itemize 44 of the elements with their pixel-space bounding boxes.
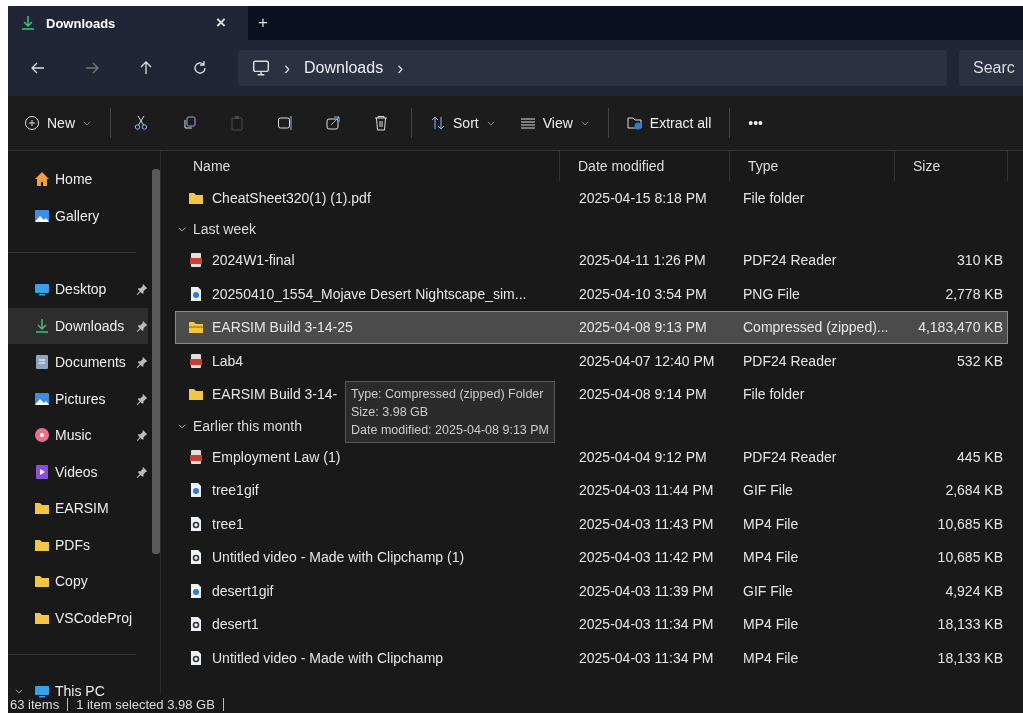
date-cell-text: 2025-04-03 11:42 PM: [578, 549, 715, 566]
status-text: 63 items: [10, 697, 69, 711]
date-cell-text: 2025-04-03 11:44 PM: [578, 482, 715, 499]
size-cell-text: 2,684 KB: [944, 482, 1004, 499]
type-cell-text: File folder: [742, 189, 806, 206]
date-cell-text: 2025-04-10 3:54 PM: [578, 285, 708, 302]
date-cell-text: 2025-04-03 11:39 PM: [578, 582, 715, 599]
date-cell-text: 2025-04-04 9:12 PM: [578, 448, 708, 465]
size-cell-text: 10,685 KB: [936, 515, 1004, 532]
tooltip-line: Type: Compressed (zipped) Folder: [351, 386, 545, 403]
size-cell-text: 10,685 KB: [936, 549, 1004, 566]
size-cell-text: 4,183,470 KB: [917, 319, 1004, 336]
date-cell-text: 2025-04-11 1:26 PM: [578, 252, 707, 269]
tooltip-line: Date modified: 2025-04-08 9:13 PM: [351, 422, 550, 439]
type-cell-text: File folder: [742, 386, 806, 403]
type-cell-text: MP4 File: [742, 649, 800, 666]
tab-title: Downloads: [46, 15, 117, 31]
chevron-separator: ›: [284, 57, 290, 79]
size-cell-text: 2,778 KB: [944, 285, 1004, 302]
date-cell-text: 2025-04-03 11:43 PM: [578, 515, 715, 532]
size-cell-text: 445 KB: [956, 448, 1004, 465]
type-cell-text: GIF File: [742, 582, 794, 599]
size-cell-text: 18,133 KB: [936, 616, 1004, 633]
type-cell-text: Compressed (zipped)...: [742, 319, 890, 336]
date-cell-text: 2025-04-08 9:14 PM: [578, 386, 708, 403]
type-cell-text: PDF24 Reader: [742, 448, 838, 465]
type-cell-text: PDF24 Reader: [742, 252, 838, 269]
date-cell-text: 2025-04-15 8:18 PM: [578, 189, 708, 206]
date-cell-text: 2025-04-03 11:34 PM: [578, 649, 715, 666]
size-cell-text: 18,133 KB: [936, 649, 1004, 666]
date-cell-text: 2025-04-08 9:13 PM: [578, 319, 708, 336]
size-cell-text: 310 KB: [956, 252, 1004, 269]
date-cell-text: 2025-04-03 11:34 PM: [578, 616, 715, 633]
size-cell-text: 532 KB: [956, 352, 1004, 369]
status-text: 1 item selected 3.98 GB: [68, 697, 224, 711]
size-cell-text: 4,924 KB: [944, 582, 1004, 599]
type-cell-text: GIF File: [742, 482, 794, 499]
type-cell-text: MP4 File: [742, 549, 800, 566]
tooltip-line: Size: 3.98 GB: [351, 404, 430, 421]
type-cell-text: PNG File: [742, 285, 801, 302]
type-cell-text: MP4 File: [742, 616, 800, 633]
date-cell-text: 2025-04-07 12:40 PM: [578, 352, 716, 369]
type-cell-text: MP4 File: [742, 515, 800, 532]
type-cell-text: PDF24 Reader: [742, 352, 838, 369]
